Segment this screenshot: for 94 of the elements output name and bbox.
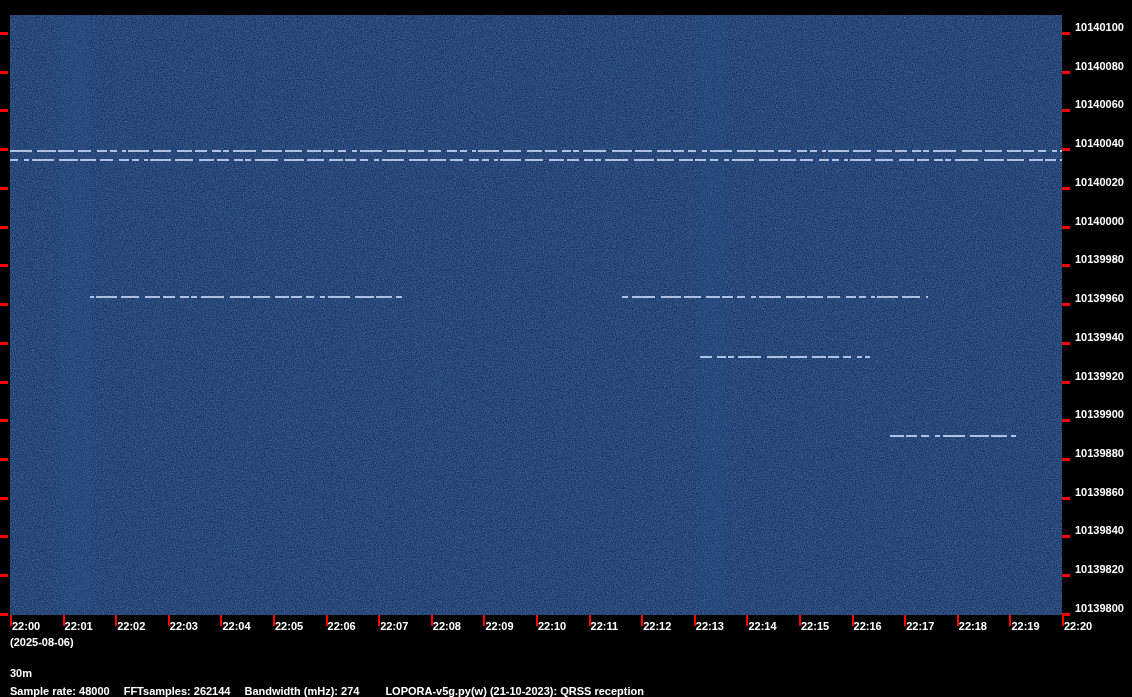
- tick-mark: [904, 615, 907, 626]
- frequency-label: 10140100: [1075, 21, 1124, 33]
- frequency-label: 10139940: [1075, 330, 1124, 343]
- tick-mark: [1062, 264, 1070, 268]
- tick-mark: [0, 458, 8, 461]
- tick-mark: [1009, 615, 1012, 626]
- time-label: 22:15: [801, 620, 830, 632]
- time-label: 22:00: [12, 620, 41, 632]
- tick-mark: [167, 615, 170, 626]
- tick-mark: [0, 574, 8, 578]
- tick-mark: [851, 615, 854, 626]
- time-label: 22:13: [695, 620, 724, 632]
- time-label: 22:03: [169, 620, 198, 632]
- tick-mark: [1062, 148, 1070, 152]
- time-label: 22:18: [958, 620, 987, 632]
- tick-mark: [0, 303, 8, 307]
- tick-mark: [799, 615, 801, 626]
- info-text: Bandwidth (mHz): 274: [244, 685, 360, 697]
- frequency-label: 10140040: [1075, 137, 1124, 150]
- tick-mark: [0, 612, 8, 616]
- tick-mark: [641, 615, 644, 626]
- info-text: LOPORA-v5g.py(w) (21-10-2023): QRSS reception: [385, 685, 644, 697]
- tick-mark: [430, 615, 433, 626]
- time-label: 22:09: [485, 620, 514, 632]
- tick-mark: [0, 109, 8, 113]
- tick-mark: [1062, 303, 1070, 307]
- tick-mark: [0, 264, 8, 268]
- tick-mark: [588, 615, 591, 626]
- info-text: FFTsamples: 262144: [123, 685, 231, 697]
- tick-mark: [220, 615, 223, 626]
- tick-mark: [693, 615, 696, 626]
- tick-mark: [0, 496, 8, 500]
- tick-mark: [10, 615, 12, 626]
- tick-mark: [0, 341, 8, 345]
- tick-mark: [1062, 535, 1070, 539]
- time-label: 22:11: [590, 620, 619, 632]
- band-label: 30m: [10, 667, 33, 679]
- time-label: 22:08: [432, 620, 461, 632]
- tick-mark: [325, 615, 328, 626]
- tick-mark: [1062, 225, 1070, 229]
- tick-mark: [536, 615, 538, 626]
- frequency-label: 10140080: [1075, 59, 1124, 72]
- time-label: 22:07: [380, 620, 409, 632]
- tick-mark: [1062, 70, 1070, 74]
- time-label: 22:16: [853, 620, 882, 632]
- tick-mark: [0, 225, 8, 229]
- frequency-label: 10139960: [1075, 292, 1124, 305]
- frequency-label: 10140020: [1075, 175, 1124, 188]
- tick-mark: [1062, 380, 1070, 384]
- tick-mark: [273, 615, 275, 626]
- frequency-label: 10139980: [1075, 253, 1124, 266]
- tick-mark: [0, 70, 8, 74]
- tick-mark: [62, 615, 65, 626]
- tick-mark: [1062, 419, 1070, 423]
- frequency-label: 10139900: [1075, 408, 1124, 421]
- tick-mark: [0, 148, 8, 152]
- frequency-label: 10140060: [1075, 98, 1124, 111]
- tick-mark: [1062, 458, 1070, 461]
- time-label: 22:19: [1011, 620, 1040, 632]
- tick-mark: [1062, 574, 1070, 578]
- frequency-label: 10139880: [1075, 447, 1124, 459]
- time-label: 22:17: [906, 620, 935, 632]
- tick-mark: [1062, 186, 1070, 190]
- tick-mark: [1062, 109, 1070, 113]
- tick-mark: [0, 380, 8, 384]
- tick-mark: [483, 615, 486, 626]
- tick-mark: [0, 186, 8, 190]
- tick-mark: [0, 419, 8, 423]
- tick-mark: [0, 32, 8, 35]
- time-label: 22:02: [117, 620, 146, 632]
- date-label: (2025-08-06): [10, 636, 74, 648]
- tick-mark: [1062, 496, 1070, 500]
- tick-mark: [115, 615, 118, 626]
- time-label: 22:12: [643, 620, 672, 632]
- time-label: 22:06: [327, 620, 356, 632]
- tick-mark: [746, 615, 749, 626]
- frequency-label: 10139820: [1075, 563, 1124, 576]
- time-label: 22:05: [275, 620, 304, 632]
- tick-mark: [0, 535, 8, 539]
- frequency-label: 10139920: [1075, 369, 1124, 382]
- info-text: Sample rate: 48000: [10, 685, 110, 697]
- frequency-label: 10139840: [1075, 524, 1124, 537]
- tick-mark: [956, 615, 959, 626]
- frequency-label: 10139860: [1075, 485, 1124, 498]
- tick-mark: [1062, 32, 1070, 35]
- time-label: 22:01: [64, 620, 93, 632]
- time-label: 22:04: [222, 620, 251, 632]
- tick-mark: [1062, 341, 1070, 345]
- tick-mark: [378, 615, 381, 626]
- time-label: 22:20: [1064, 620, 1093, 632]
- time-label: 22:14: [748, 620, 777, 632]
- frequency-label: 10140000: [1075, 214, 1124, 227]
- frequency-label: 10139800: [1075, 601, 1124, 614]
- time-label: 22:10: [538, 620, 567, 632]
